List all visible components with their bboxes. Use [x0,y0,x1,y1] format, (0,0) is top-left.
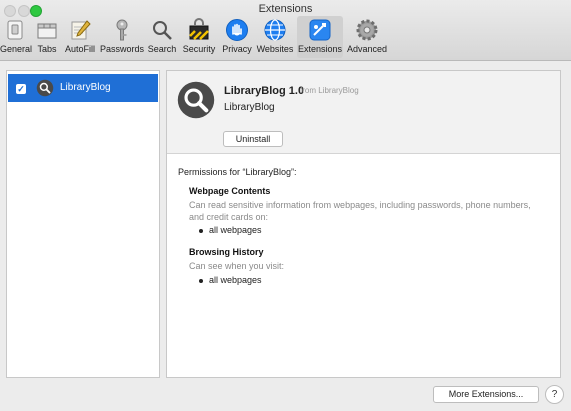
magnifier-icon [36,79,54,97]
list-item: all webpages [199,225,262,235]
key-icon [116,19,128,41]
tab-advanced-label: Advanced [346,44,388,54]
tab-passwords-label: Passwords [99,44,144,54]
tab-autofill[interactable]: AutoFill [63,16,97,58]
privacy-hand-icon [226,19,248,41]
tab-general[interactable]: General [0,16,33,58]
tab-privacy[interactable]: Privacy [220,16,254,58]
more-extensions-button[interactable]: More Extensions... [433,386,539,403]
tab-extensions[interactable]: Extensions [297,16,343,58]
tab-search[interactable]: Search [147,16,177,58]
tab-general-label: General [0,44,33,54]
window-title: Extensions [258,3,313,15]
help-button[interactable]: ? [545,385,564,404]
tab-security[interactable]: Security [181,16,217,58]
tab-websites-label: Websites [256,44,294,54]
tab-privacy-label: Privacy [222,44,252,54]
puzzle-icon [309,19,331,41]
list-item: all webpages [199,275,262,285]
permission-section-description: Can see when you visit: [189,261,285,271]
permission-section-title: Webpage Contents [189,186,271,196]
tab-websites[interactable]: Websites [254,16,296,58]
extension-header: LibraryBlog 1.0 from LibraryBlog Library… [167,71,560,154]
permission-section-description: Can read sensitive information from webp… [189,200,531,222]
tab-tabs-label: Tabs [37,44,57,54]
tab-tabs[interactable]: Tabs [33,16,61,58]
bullet-icon [199,228,203,233]
permissions-title: Permissions for “LibraryBlog”: [178,167,297,177]
extension-name: LibraryBlog 1.0 [224,85,305,97]
extensions-list: ✓ LibraryBlog [6,70,160,378]
extension-developer: from LibraryBlog [300,86,359,95]
extension-subtitle: LibraryBlog [224,102,275,113]
bullet-icon [199,278,203,283]
tab-advanced[interactable]: Advanced [346,16,388,58]
permission-scope: all webpages [209,275,262,285]
tab-passwords[interactable]: Passwords [99,16,145,58]
uninstall-button[interactable]: Uninstall [223,131,283,147]
tab-autofill-label: AutoFill [64,44,95,54]
tab-security-label: Security [182,44,216,54]
gear-icon [356,19,378,41]
tabs-icon [37,23,57,39]
title-bar: Extensions General Tabs AutoFill Passwor… [0,0,571,61]
tab-extensions-label: Extensions [297,44,343,54]
general-switch-icon [7,20,23,40]
search-icon [153,21,172,40]
preferences-toolbar: General Tabs AutoFill Passwords Search S… [0,16,571,60]
security-icon [189,18,209,40]
globe-icon [264,19,286,41]
autofill-pencil-icon [71,20,91,40]
permission-section-title: Browsing History [189,247,264,257]
permission-scope: all webpages [209,225,262,235]
tab-search-label: Search [147,44,177,54]
safari-preferences-window: Extensions General Tabs AutoFill Passwor… [0,0,571,411]
extension-detail-panel: LibraryBlog 1.0 from LibraryBlog Library… [166,70,561,378]
list-item[interactable]: ✓ LibraryBlog [8,74,158,102]
magnifier-icon [177,81,215,119]
extension-list-label: LibraryBlog [60,82,111,93]
enable-extension-checkbox[interactable]: ✓ [16,84,26,94]
